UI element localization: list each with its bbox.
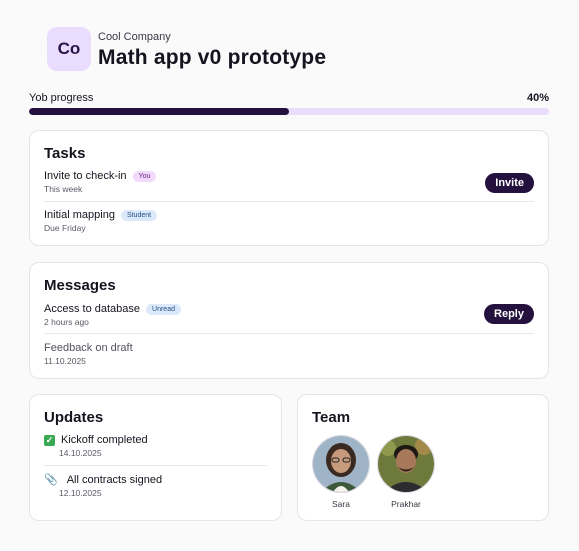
header: Co Cool Company Math app v0 prototype bbox=[47, 27, 326, 71]
messages-card: Messages Access to database Unread 2 hou… bbox=[29, 262, 549, 379]
task-due: This week bbox=[44, 184, 83, 194]
progress-bar bbox=[29, 108, 549, 115]
company-logo: Co bbox=[47, 27, 91, 71]
progress-percent: 40% bbox=[526, 92, 549, 104]
updates-card: Updates ✓ Kickoff completed 14.10.2025 📎… bbox=[29, 394, 282, 521]
update-title: Kickoff completed bbox=[61, 434, 148, 446]
assignee-badge: You bbox=[132, 170, 157, 182]
paperclip-icon: 📎 bbox=[44, 474, 58, 486]
member-name: Sara bbox=[332, 499, 350, 509]
message-row[interactable]: Access to database Unread 2 hours ago bbox=[44, 303, 534, 327]
tasks-card: Tasks Invite to check-in You This week I… bbox=[29, 130, 549, 246]
update-row: 📎 All contracts signed 12.10.2025 bbox=[44, 473, 267, 499]
tasks-title: Tasks bbox=[44, 145, 86, 162]
progress-bar-fill bbox=[29, 108, 289, 115]
team-member[interactable]: Sara bbox=[312, 435, 370, 509]
messages-title: Messages bbox=[44, 277, 116, 294]
invite-button[interactable]: Invite bbox=[485, 173, 534, 193]
updates-title: Updates bbox=[44, 409, 104, 426]
update-date: 14.10.2025 bbox=[59, 448, 102, 458]
progress-label: Yob progress bbox=[29, 92, 94, 104]
message-row[interactable]: Feedback on draft 11.10.2025 bbox=[44, 342, 534, 366]
assignee-badge: Student bbox=[120, 209, 158, 221]
team-card: Team Sara Prakhar bbox=[297, 394, 549, 521]
company-name: Cool Company bbox=[98, 30, 171, 43]
progress-header: Yob progress 40% bbox=[29, 92, 549, 104]
update-title: All contracts signed bbox=[66, 473, 163, 486]
team-title: Team bbox=[312, 409, 351, 426]
avatar bbox=[312, 435, 370, 493]
task-title: Invite to check-in bbox=[44, 170, 127, 182]
member-name: Prakhar bbox=[391, 499, 421, 509]
divider bbox=[44, 333, 534, 334]
check-mark-icon: ✓ bbox=[44, 434, 55, 446]
task-row[interactable]: Invite to check-in You This week bbox=[44, 170, 534, 194]
unread-badge: Unread bbox=[146, 303, 181, 315]
team-member[interactable]: Prakhar bbox=[377, 435, 435, 509]
task-due: Due Friday bbox=[44, 223, 86, 233]
page-title: Math app v0 prototype bbox=[98, 45, 327, 69]
task-row[interactable]: Initial mapping Student Due Friday bbox=[44, 209, 534, 233]
avatar bbox=[377, 435, 435, 493]
message-title: Access to database bbox=[44, 303, 141, 315]
update-row: ✓ Kickoff completed 14.10.2025 bbox=[44, 434, 267, 458]
message-date: 11.10.2025 bbox=[44, 356, 86, 366]
task-title: Initial mapping bbox=[44, 209, 115, 221]
message-time: 2 hours ago bbox=[44, 317, 89, 327]
divider bbox=[44, 465, 267, 466]
update-date: 12.10.2025 bbox=[59, 488, 102, 498]
reply-button[interactable]: Reply bbox=[484, 304, 534, 324]
message-title: Feedback on draft bbox=[44, 342, 133, 354]
divider bbox=[44, 201, 534, 202]
